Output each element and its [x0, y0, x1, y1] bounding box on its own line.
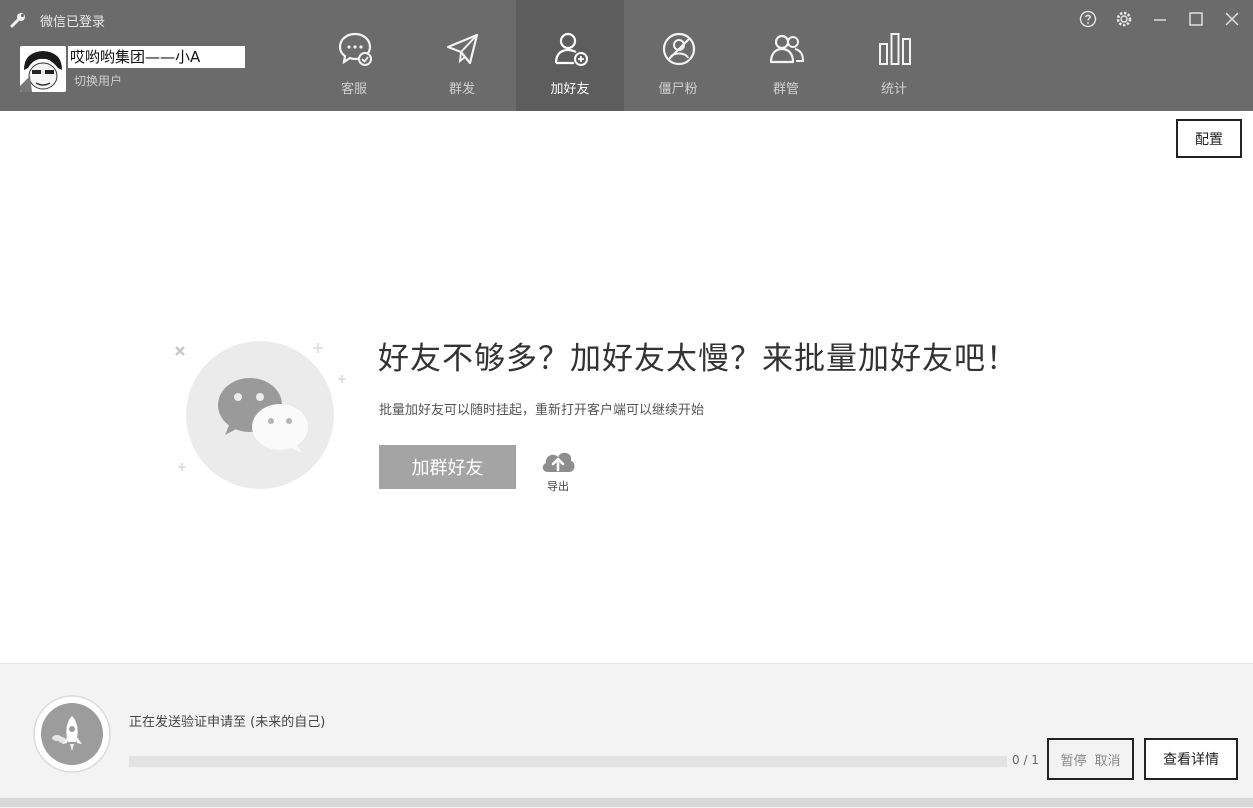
- task-progress-panel: 正在发送验证申请至 (未来的自己) 0 / 1 暂停 取消 查看详情: [0, 663, 1253, 808]
- promo-title: 好友不够多？加好友太慢？来批量加好友吧！: [378, 341, 1018, 377]
- app-title: 微信已登录: [40, 14, 106, 30]
- title-bar: 微信已登录 哎哟哟集团——小A 切换用户 客服 群发 加好友 僵尸粉 群管 统计: [0, 0, 1253, 111]
- rocket-icon: [33, 695, 111, 773]
- progress-count: 0 / 1: [1012, 753, 1039, 767]
- tab-customer-service[interactable]: 客服: [300, 0, 408, 111]
- wechat-bubbles-illustration: [175, 341, 346, 489]
- chat-check-icon: [338, 32, 372, 66]
- task-status-text: 正在发送验证申请至 (未来的自己): [129, 715, 326, 730]
- tab-zombie-fans[interactable]: 僵尸粉: [624, 0, 732, 111]
- avatar[interactable]: [20, 46, 66, 92]
- cloud-upload-icon: [542, 452, 575, 472]
- export-label: 导出: [547, 480, 569, 493]
- close-icon[interactable]: [1221, 8, 1243, 30]
- tab-label: 群管: [772, 82, 799, 97]
- export-button[interactable]: 导出: [536, 446, 580, 493]
- tab-label: 群发: [448, 82, 475, 97]
- view-details-button[interactable]: 查看详情: [1144, 738, 1238, 780]
- tab-label: 僵尸粉: [658, 82, 698, 97]
- cancel-button[interactable]: 取消: [1095, 750, 1121, 769]
- app-title-row: 微信已登录: [10, 10, 105, 30]
- add-group-friends-button[interactable]: 加群好友: [379, 445, 516, 489]
- progress-bar: [129, 756, 1007, 767]
- avatar-face-icon: [20, 46, 66, 92]
- add-friend-icon: [554, 32, 588, 66]
- config-button[interactable]: 配置: [1176, 119, 1242, 158]
- wrench-icon: [10, 13, 25, 28]
- paper-plane-icon: [446, 33, 479, 65]
- main-nav: 客服 群发 加好友 僵尸粉 群管 统计: [300, 0, 948, 111]
- bar-stats-icon: [879, 33, 911, 65]
- tab-group-manage[interactable]: 群管: [732, 0, 840, 111]
- zombie-fans-icon: [662, 32, 696, 66]
- tab-statistics[interactable]: 统计: [840, 0, 948, 111]
- group-manage-icon: [769, 34, 805, 64]
- tab-label: 客服: [340, 82, 367, 97]
- tab-label: 加好友: [550, 82, 590, 97]
- help-icon[interactable]: [1077, 8, 1099, 30]
- settings-icon[interactable]: [1113, 8, 1135, 30]
- promo-description: 批量加好友可以随时挂起，重新打开客户端可以继续开始: [379, 403, 705, 418]
- pause-button[interactable]: 暂停: [1060, 750, 1086, 769]
- switch-user-link[interactable]: 切换用户: [74, 72, 122, 89]
- maximize-icon[interactable]: [1185, 8, 1207, 30]
- window-bottom-edge: [0, 798, 1253, 807]
- tab-mass-send[interactable]: 群发: [408, 0, 516, 111]
- window-controls: [1077, 8, 1243, 30]
- tab-label: 统计: [880, 82, 907, 97]
- tab-add-friends[interactable]: 加好友: [516, 0, 624, 111]
- minimize-icon[interactable]: [1149, 8, 1171, 30]
- pause-cancel-group: 暂停 取消: [1047, 738, 1134, 780]
- user-name: 哎哟哟集团——小A: [68, 46, 245, 68]
